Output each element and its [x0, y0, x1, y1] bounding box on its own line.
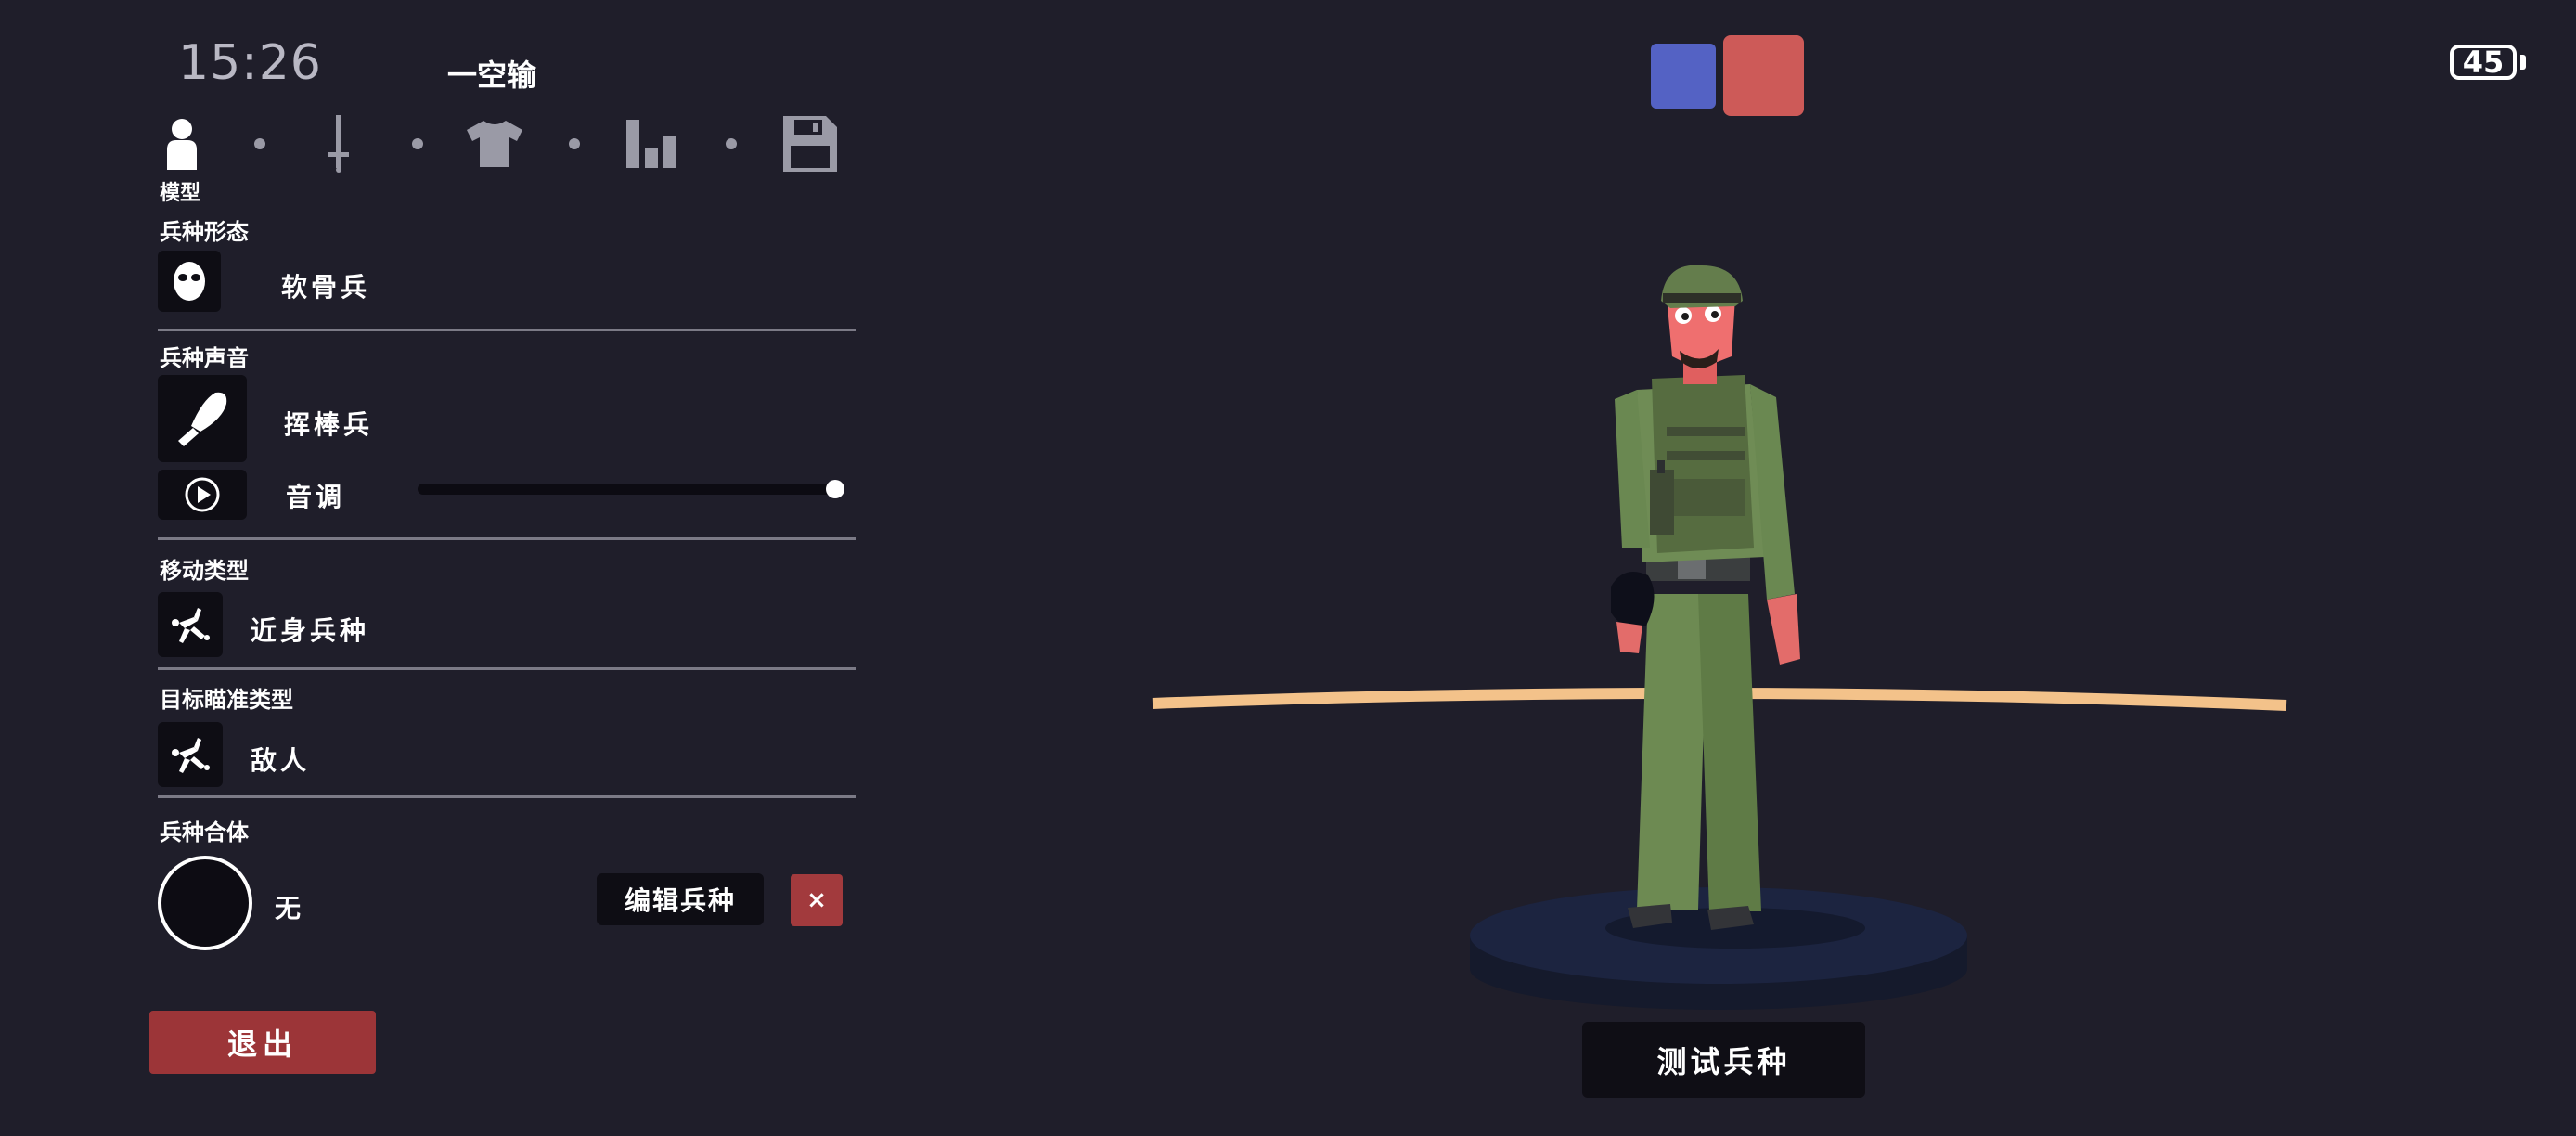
section-label-movement: 移动类型 [160, 558, 249, 584]
save-icon [783, 116, 837, 172]
close-button[interactable]: × [791, 874, 843, 926]
pitch-slider-knob[interactable] [826, 480, 844, 498]
fusion-slot[interactable] [158, 856, 252, 950]
section-label-fusion: 兵种合体 [160, 820, 249, 846]
voice-value: 挥棒兵 [284, 409, 374, 440]
form-value: 软骨兵 [281, 272, 371, 303]
edit-unit-button[interactable]: 编辑兵种 [597, 873, 764, 925]
tab-separator-dot [569, 138, 580, 149]
team-red-button[interactable] [1723, 35, 1804, 116]
unit-target-icon [172, 738, 210, 773]
tab-weapon[interactable] [311, 113, 367, 174]
soldier-leg-left [1637, 594, 1707, 910]
club-icon [178, 392, 227, 446]
divider [158, 667, 856, 670]
divider [158, 329, 856, 331]
divider [158, 795, 856, 798]
active-tab-label: 模型 [160, 182, 201, 205]
targeting-icon-button[interactable] [158, 722, 223, 787]
soldier-leg-right [1698, 594, 1761, 911]
shirt-icon [467, 121, 522, 167]
battery-tip [2520, 55, 2526, 70]
divider [158, 537, 856, 540]
team-blue-button[interactable] [1651, 44, 1716, 109]
tab-separator-dot [254, 138, 265, 149]
tab-clothing[interactable] [467, 113, 522, 174]
battery-indicator: 45 [2450, 45, 2517, 80]
movement-value: 近身兵种 [251, 615, 370, 646]
fusion-value: 无 [275, 893, 305, 923]
tab-separator-dot [412, 138, 423, 149]
targeting-value: 敌人 [251, 745, 311, 776]
section-label-form: 兵种形态 [160, 219, 249, 245]
movement-icon-button[interactable] [158, 592, 223, 657]
unit-title: 一空输 [447, 58, 537, 93]
exit-button[interactable]: 退出 [149, 1011, 376, 1074]
section-label-voice: 兵种声音 [160, 345, 249, 371]
mask-icon [174, 262, 205, 301]
person-icon [167, 119, 197, 170]
section-label-targeting: 目标瞄准类型 [160, 687, 293, 713]
status-clock: 15:26 [178, 35, 322, 91]
tab-separator-dot [726, 138, 737, 149]
form-icon-button[interactable] [158, 251, 221, 312]
pitch-slider-track[interactable] [418, 484, 844, 495]
tab-stats[interactable] [625, 113, 680, 174]
voice-icon-button[interactable] [158, 375, 247, 462]
soldier-held-item [1611, 572, 1655, 628]
play-voice-button[interactable] [158, 470, 247, 520]
tab-model[interactable] [154, 113, 210, 174]
test-unit-button[interactable]: 测试兵种 [1582, 1022, 1865, 1098]
bar-chart-icon [626, 120, 676, 168]
tab-save[interactable] [782, 113, 838, 174]
sword-icon [328, 115, 349, 173]
unit-move-icon [172, 608, 210, 643]
pitch-label: 音调 [286, 482, 346, 512]
unit-preview[interactable] [1141, 241, 2292, 1021]
play-icon [185, 477, 220, 512]
